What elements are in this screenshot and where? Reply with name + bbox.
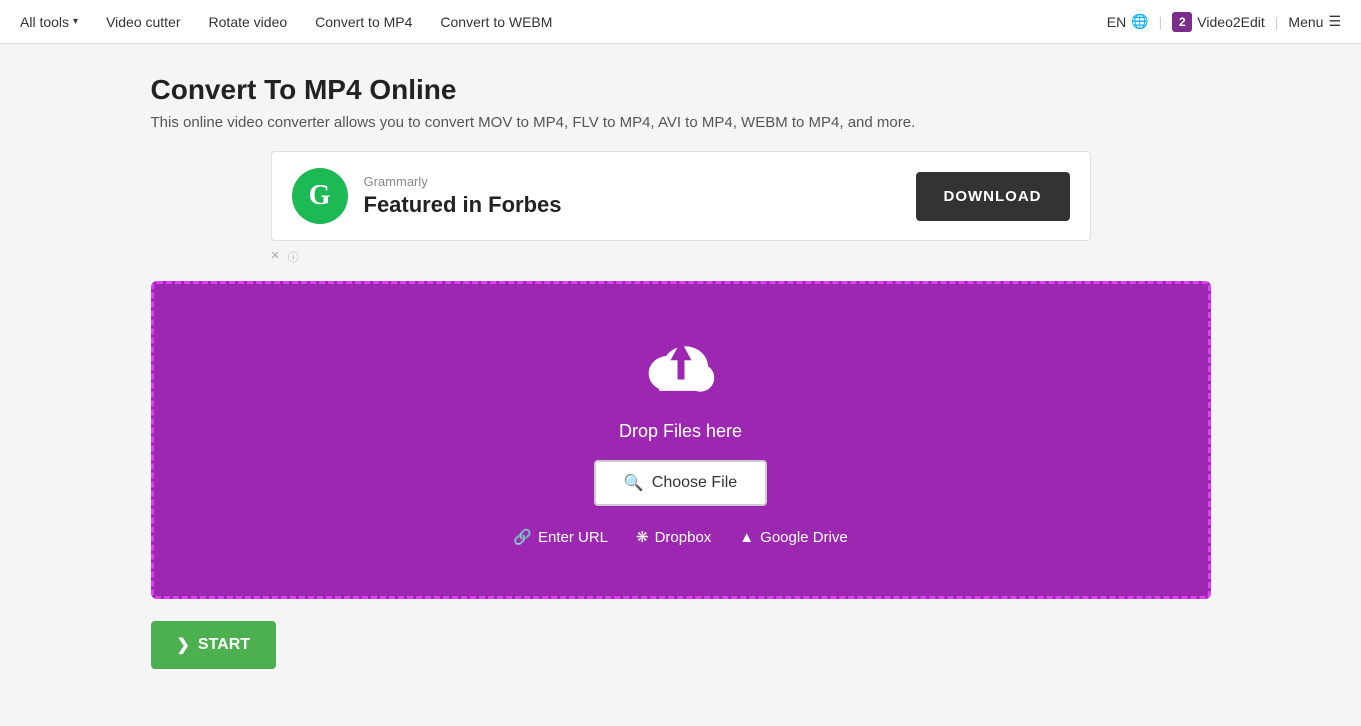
ad-info-icon[interactable]: ⓘ: [288, 249, 299, 265]
google-drive-icon: ▲: [739, 529, 754, 546]
nav-all-tools-label: All tools: [20, 14, 69, 30]
grammarly-letter: G: [309, 180, 331, 212]
main-content: Convert To MP4 Online This online video …: [131, 44, 1231, 699]
enter-url-option[interactable]: 🔗 Enter URL: [513, 528, 608, 546]
link-icon: 🔗: [513, 528, 532, 546]
brand-badge: 2: [1172, 12, 1192, 32]
nav-left: All tools ▾ Video cutter Rotate video Co…: [20, 14, 552, 30]
upload-cloud-icon: [636, 334, 726, 407]
ad-left: G Grammarly Featured in Forbes: [292, 168, 562, 224]
nav-bar: All tools ▾ Video cutter Rotate video Co…: [0, 0, 1361, 44]
google-drive-option[interactable]: ▲ Google Drive: [739, 529, 847, 546]
page-description: This online video converter allows you t…: [151, 114, 1211, 131]
page-title: Convert To MP4 Online: [151, 74, 1211, 106]
search-icon: 🔍: [624, 473, 644, 493]
extra-options: 🔗 Enter URL ❋ Dropbox ▲ Google Drive: [513, 528, 847, 546]
ad-close-icon[interactable]: ✕: [271, 249, 280, 265]
brand-label: Video2Edit: [1197, 14, 1264, 30]
ad-download-button[interactable]: DOWNLOAD: [916, 172, 1070, 221]
chevron-down-icon: ▾: [73, 16, 78, 27]
nav-brand[interactable]: 2 Video2Edit: [1172, 12, 1264, 32]
nav-convert-webm[interactable]: Convert to WEBM: [440, 14, 552, 30]
chevron-right-icon: ❯: [177, 635, 190, 655]
menu-icon: ☰: [1328, 13, 1341, 30]
start-label: START: [198, 636, 250, 654]
choose-file-button[interactable]: 🔍 Choose File: [594, 460, 767, 506]
ad-headline: Featured in Forbes: [364, 192, 562, 218]
ad-text-block: Grammarly Featured in Forbes: [364, 174, 562, 218]
nav-right: EN 🌐 | 2 Video2Edit | Menu ☰: [1107, 12, 1341, 32]
nav-lang-label: EN: [1107, 14, 1126, 30]
globe-icon: 🌐: [1131, 13, 1148, 30]
nav-all-tools[interactable]: All tools ▾: [20, 14, 78, 30]
start-button[interactable]: ❯ START: [151, 621, 277, 669]
dropbox-option[interactable]: ❋ Dropbox: [636, 528, 711, 546]
nav-menu[interactable]: Menu ☰: [1288, 13, 1341, 30]
google-drive-label: Google Drive: [760, 529, 848, 546]
nav-lang[interactable]: EN 🌐: [1107, 13, 1149, 30]
nav-rotate-video[interactable]: Rotate video: [209, 14, 288, 30]
nav-menu-label: Menu: [1288, 14, 1323, 30]
grammarly-logo: G: [292, 168, 348, 224]
nav-divider-1: |: [1159, 14, 1163, 30]
ad-banner: G Grammarly Featured in Forbes DOWNLOAD: [271, 151, 1091, 241]
nav-convert-mp4[interactable]: Convert to MP4: [315, 14, 412, 30]
ad-brand-name: Grammarly: [364, 174, 562, 189]
drop-zone[interactable]: Drop Files here 🔍 Choose File 🔗 Enter UR…: [151, 281, 1211, 599]
drop-files-text: Drop Files here: [619, 421, 742, 442]
dropbox-icon: ❋: [636, 528, 649, 546]
nav-video-cutter[interactable]: Video cutter: [106, 14, 180, 30]
enter-url-label: Enter URL: [538, 529, 608, 546]
choose-file-label: Choose File: [652, 474, 737, 492]
nav-divider-2: |: [1275, 14, 1279, 30]
dropbox-label: Dropbox: [655, 529, 712, 546]
